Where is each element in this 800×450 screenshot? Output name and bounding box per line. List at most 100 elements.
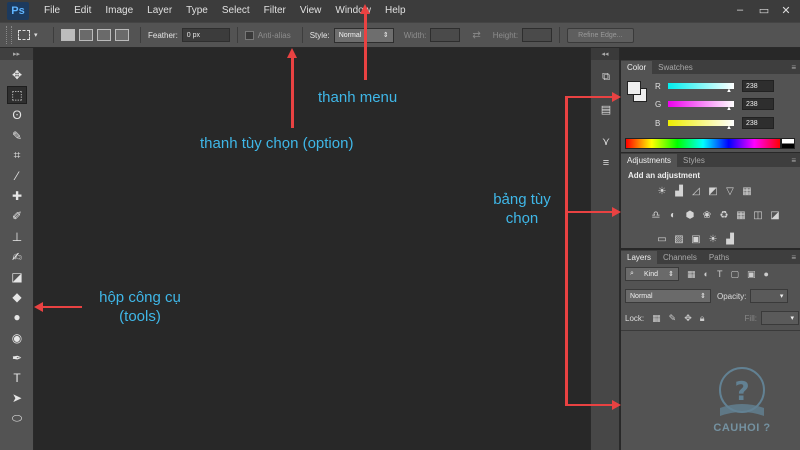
- fill-input[interactable]: ▾: [760, 311, 799, 325]
- menu-edit[interactable]: Edit: [67, 0, 98, 22]
- paint-bucket-tool[interactable]: ◆: [7, 288, 27, 306]
- blue-value-input[interactable]: 238: [742, 117, 774, 129]
- history-brush-tool[interactable]: ✍: [7, 248, 27, 266]
- tool-preset-picker[interactable]: ▾: [18, 26, 46, 44]
- tab-layers[interactable]: Layers: [621, 251, 658, 264]
- photo-filter-icon[interactable]: ❀: [700, 209, 714, 222]
- color-lookup-icon[interactable]: ▦: [734, 209, 748, 222]
- triangle-filter-icon[interactable]: ▦: [740, 185, 754, 198]
- properties-panel-icon[interactable]: ▤: [596, 100, 616, 118]
- add-selection-icon[interactable]: [79, 29, 93, 41]
- panel-collapse-icon[interactable]: ◂◂: [591, 48, 619, 60]
- brightness-contrast-icon[interactable]: ☀: [655, 185, 669, 198]
- posterize-icon[interactable]: ▭: [655, 233, 669, 246]
- eyedropper-tool[interactable]: ⁄: [7, 167, 27, 185]
- hue-saturation-icon[interactable]: ♎: [649, 209, 663, 222]
- lock-all-icon[interactable]: 🔒︎: [700, 313, 705, 324]
- tab-swatches[interactable]: Swatches: [652, 61, 699, 74]
- filter-type-icon[interactable]: T: [717, 269, 723, 279]
- close-icon[interactable]: ✕: [776, 2, 796, 18]
- channel-mixer-icon[interactable]: ♻: [717, 209, 731, 222]
- foreground-color-swatch[interactable]: [627, 81, 641, 95]
- menu-select[interactable]: Select: [215, 0, 257, 22]
- red-value-input[interactable]: 238: [742, 80, 774, 92]
- type-tool[interactable]: T: [7, 369, 27, 387]
- lock-pixels-icon[interactable]: ✎: [669, 313, 677, 324]
- filter-toggle-icon[interactable]: ●: [763, 269, 768, 279]
- new-selection-icon[interactable]: [61, 29, 75, 41]
- options-grip[interactable]: [6, 26, 12, 44]
- menu-file[interactable]: File: [37, 0, 67, 22]
- history-panel-icon[interactable]: ⧉: [596, 68, 616, 86]
- menu-image[interactable]: Image: [98, 0, 140, 22]
- menu-filter[interactable]: Filter: [257, 0, 293, 22]
- panel-menu-icon[interactable]: ≡: [791, 62, 796, 74]
- invert-icon[interactable]: ▟: [723, 233, 737, 246]
- pen-tool[interactable]: ✒: [7, 349, 27, 367]
- red-slider[interactable]: ▲: [668, 83, 734, 94]
- quick-selection-tool[interactable]: ✎: [7, 127, 27, 145]
- filter-smart-object-icon[interactable]: ▣: [747, 269, 756, 280]
- menu-window[interactable]: Window: [328, 0, 378, 22]
- filter-shape-icon[interactable]: ▢: [730, 269, 739, 280]
- brush-tool[interactable]: ✐: [7, 207, 27, 225]
- healing-brush-tool[interactable]: ✚: [7, 187, 27, 205]
- brush-presets-panel-icon[interactable]: ≡: [596, 154, 616, 172]
- tab-styles[interactable]: Styles: [677, 154, 711, 167]
- restore-icon[interactable]: ▭: [754, 2, 774, 18]
- menu-layer[interactable]: Layer: [140, 0, 179, 22]
- color-spectrum-bar[interactable]: [625, 138, 781, 149]
- spectrum-black-white[interactable]: [781, 138, 795, 149]
- blur-tool[interactable]: ●: [7, 308, 27, 326]
- crop-tool[interactable]: ⌗: [7, 147, 27, 165]
- move-tool[interactable]: ✥: [7, 66, 27, 84]
- tab-color[interactable]: Color: [621, 61, 653, 74]
- tab-paths[interactable]: Paths: [703, 251, 735, 264]
- tab-adjustments[interactable]: Adjustments: [621, 154, 678, 167]
- blue-slider[interactable]: ▲: [668, 120, 734, 131]
- menu-view[interactable]: View: [293, 0, 329, 22]
- lasso-tool[interactable]: ʘ: [7, 106, 27, 124]
- menu-help[interactable]: Help: [378, 0, 413, 22]
- layer-filter-select[interactable]: ⌕ Kind ⇕: [625, 267, 679, 281]
- filter-pixel-icon[interactable]: ▦: [687, 269, 696, 280]
- opacity-input[interactable]: ▾: [750, 289, 789, 303]
- minimize-icon[interactable]: –: [730, 2, 750, 18]
- lock-transparent-icon[interactable]: ▦: [652, 313, 661, 324]
- dodge-tool[interactable]: ◉: [7, 329, 27, 347]
- tab-channels[interactable]: Channels: [657, 251, 703, 264]
- panel-menu-icon[interactable]: ≡: [791, 252, 796, 264]
- gradient-map-icon[interactable]: ▣: [689, 233, 703, 246]
- clone-stamp-tool[interactable]: ⊥: [7, 228, 27, 246]
- refine-edge-button[interactable]: Refine Edge...: [567, 27, 634, 43]
- height-input[interactable]: [522, 28, 553, 42]
- width-input[interactable]: [430, 28, 461, 42]
- levels-icon[interactable]: ▟: [672, 185, 686, 198]
- threshold-icon[interactable]: ▨: [672, 233, 686, 246]
- panel-menu-icon[interactable]: ≡: [791, 155, 796, 167]
- vibrance-icon[interactable]: ▽: [723, 185, 737, 198]
- color-balance-icon[interactable]: ◐: [666, 209, 680, 222]
- toolbox-collapse-icon[interactable]: ▸▸: [0, 48, 33, 60]
- green-value-input[interactable]: 238: [742, 98, 774, 110]
- lock-position-icon[interactable]: ✥: [684, 313, 692, 324]
- antialias-checkbox[interactable]: [244, 30, 254, 40]
- brush-panel-icon[interactable]: ⋎: [596, 132, 616, 150]
- eraser-tool[interactable]: ◪: [7, 268, 27, 286]
- feather-input[interactable]: 0 px: [181, 28, 230, 42]
- black-white-icon[interactable]: ⬢: [683, 209, 697, 222]
- path-selection-tool[interactable]: ➤: [7, 389, 27, 407]
- blend-mode-select[interactable]: Normal ⇕: [625, 289, 711, 303]
- intersect-selection-icon[interactable]: [115, 29, 129, 41]
- document-canvas[interactable]: [35, 48, 590, 450]
- swap-icon[interactable]: ⇄: [472, 30, 480, 41]
- invert-recycle-icon[interactable]: ◫: [751, 209, 765, 222]
- filter-adjustment-icon[interactable]: ◐: [704, 269, 709, 279]
- green-slider[interactable]: ▲: [668, 101, 734, 112]
- marquee-tool[interactable]: ⬚: [7, 86, 27, 105]
- ellipse-tool[interactable]: ⬭: [7, 409, 27, 427]
- selective-color-icon[interactable]: ☀: [706, 233, 720, 246]
- subtract-selection-icon[interactable]: [97, 29, 111, 41]
- menu-type[interactable]: Type: [179, 0, 215, 22]
- curves-icon[interactable]: ◿: [689, 185, 703, 198]
